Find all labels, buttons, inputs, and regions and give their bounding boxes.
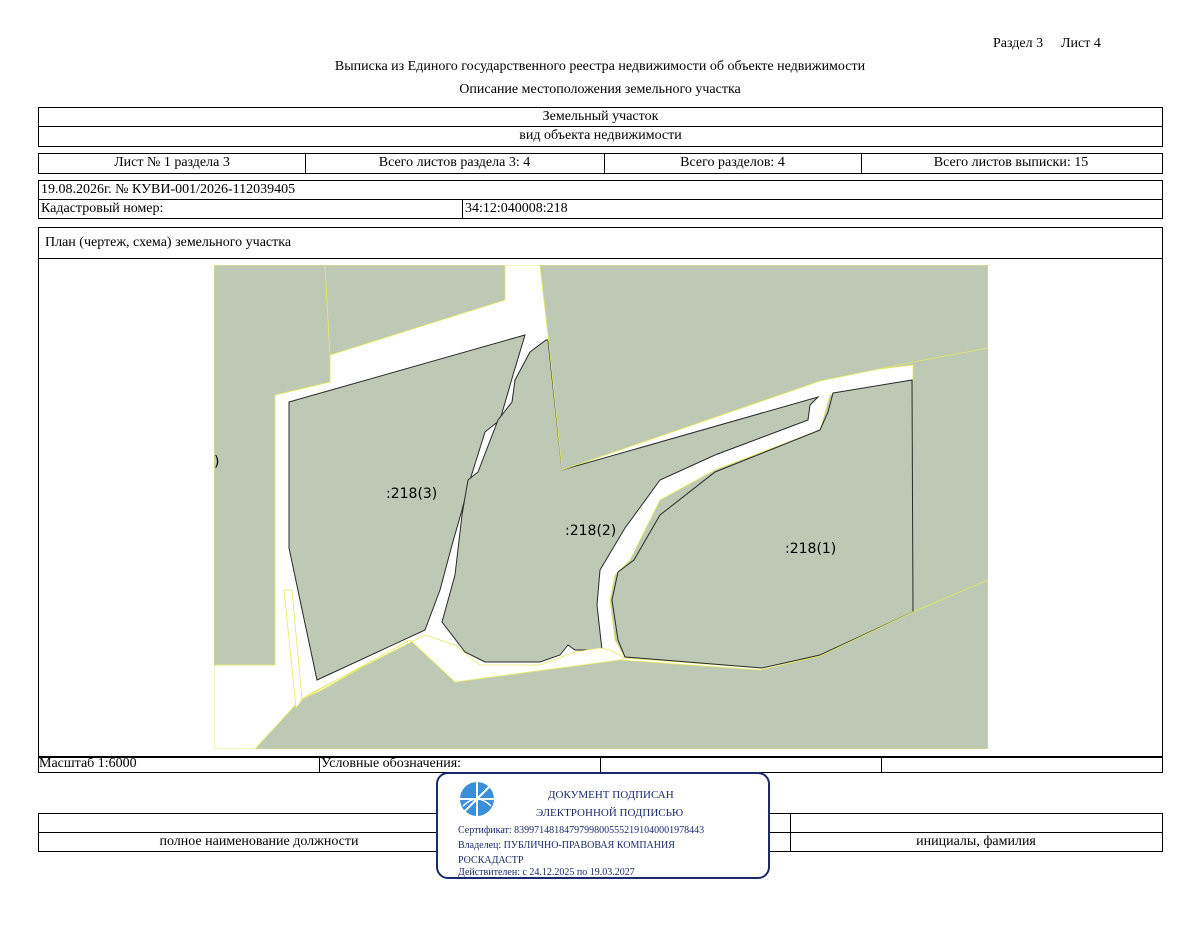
sheet-info-row: Лист № 1 раздела 3 Всего листов раздела …: [38, 153, 1163, 174]
contour-1-label: :218(1): [785, 541, 836, 557]
object-type-table: Земельный участок вид объекта недвижимос…: [38, 107, 1163, 147]
electronic-signature-stamp: ДОКУМЕНТ ПОДПИСАН ЭЛЕКТРОННОЙ ПОДПИСЬЮ С…: [436, 772, 770, 879]
stamp-line-1: ДОКУМЕНТ ПОДПИСАН: [548, 789, 674, 801]
contour-2-label: :218(2): [565, 523, 616, 539]
stamp-line-2: ЭЛЕКТРОННОЙ ПОДПИСЬЮ: [536, 807, 684, 819]
stamp-owner-line-2: РОСКАДАСТР: [458, 855, 524, 866]
scale-label: Масштаб 1:6000: [39, 756, 137, 771]
land-plot-map: :218(3) :218(2) :218(1) ): [214, 265, 988, 749]
cadastral-label: Кадастровый номер:: [41, 201, 164, 216]
sheet-of-section: Лист № 1 раздела 3: [114, 155, 230, 170]
name-caption: инициалы, фамилия: [916, 834, 1036, 849]
extract-reference: 19.08.2026г. № КУВИ-001/2026-112039405: [41, 182, 296, 197]
object-type-value: Земельный участок: [542, 109, 659, 124]
extract-info-table: 19.08.2026г. № КУВИ-001/2026-112039405 К…: [38, 180, 1163, 219]
document-title: Выписка из Единого государственного реес…: [334, 59, 866, 74]
sheet-number: Лист 4: [1061, 36, 1101, 51]
rosreestr-logo-icon: [460, 782, 494, 816]
total-sheets-section: Всего листов раздела 3: 4: [378, 155, 531, 170]
cadastral-number: 34:12:040008:218: [465, 201, 568, 216]
section-number: Раздел 3: [993, 36, 1044, 51]
stamp-certificate: Сертификат: 8399714818479799800555219104…: [458, 825, 705, 836]
total-sections: Всего разделов: 4: [680, 155, 785, 170]
stamp-validity: Действителен: с 24.12.2025 по 19.03.2027: [458, 867, 635, 878]
object-type-caption: вид объекта недвижимости: [519, 128, 682, 143]
stamp-owner-line-1: Владелец: ПУБЛИЧНО-ПРАВОВАЯ КОМПАНИЯ: [458, 840, 675, 851]
total-sheets-extract: Всего листов выписки: 15: [933, 155, 1089, 170]
position-caption: полное наименование должности: [159, 834, 359, 849]
plan-title: План (чертеж, схема) земельного участка: [45, 235, 292, 250]
scale-legend-row: Масштаб 1:6000 Условные обозначения:: [38, 756, 1163, 773]
document-subtitle: Описание местоположения земельного участ…: [459, 82, 741, 97]
edge-label-fragment: ): [214, 454, 219, 470]
contour-3-label: :218(3): [386, 486, 437, 502]
legend-label: Условные обозначения:: [321, 756, 462, 771]
